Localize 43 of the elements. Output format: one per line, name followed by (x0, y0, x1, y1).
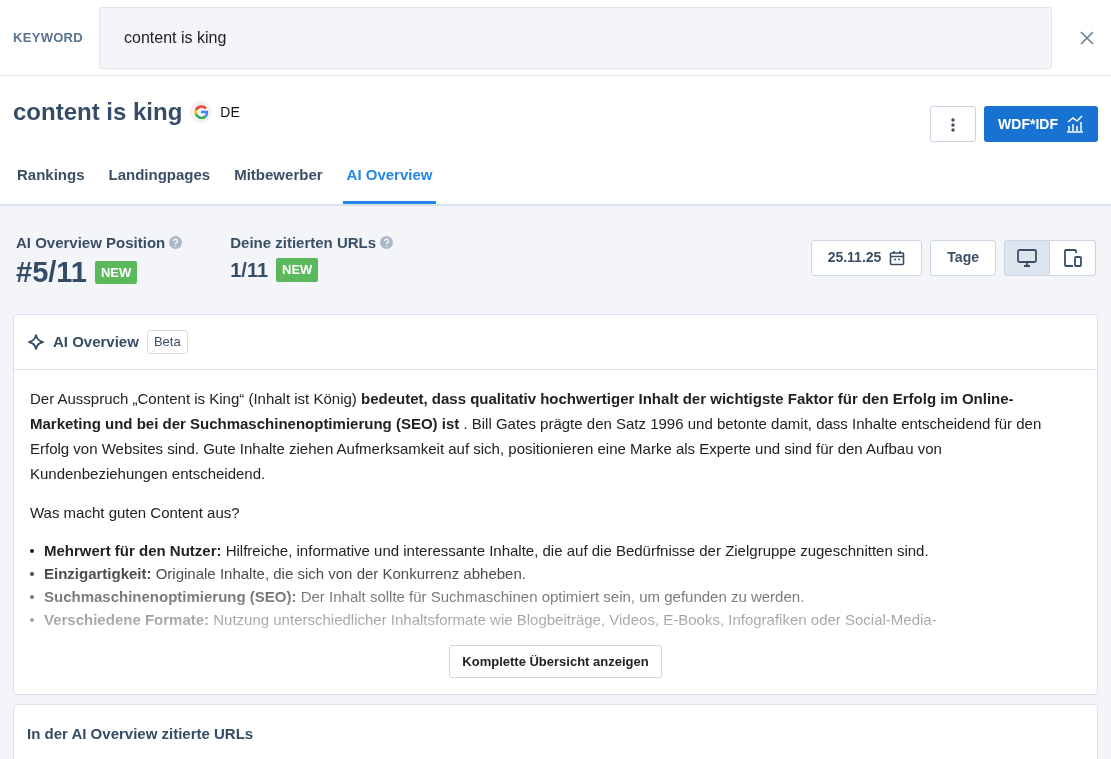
bullet-icon (30, 594, 34, 599)
new-badge: NEW (276, 258, 319, 282)
date-button[interactable]: 25.11.25 (810, 239, 923, 276)
bullet-text: Mehrwert für den Nutzer: Hilfreiche, informative und interessante Inhalte, die auf die Bedürfnisse der Zielgruppe zugeschnitten sind. (44, 540, 929, 561)
devices-icon (1062, 249, 1083, 268)
stat-label: AI Overview Position (16, 232, 166, 253)
country-code: DE (220, 102, 240, 122)
paragraph: Der Ausspruch „Content is King“ (Inhalt ist König) bedeutet, dass qualitativ hochwertiger Inhalt der wichtigste Faktor für den Erfolg im Online-Marketing und bei der Suchmaschinenoptimierung (SEO) ist . Bill Gates prägte den Satz 1996 und betonte damit, dass Inhalte entscheidend für den Erfolg von Websites sind. Gute Inhalte ziehen Aufmerksamkeit auf sich, positionieren eine Marke als Experte und sind für den Aufbau von Kundenbeziehungen entscheidend. (30, 388, 1043, 484)
bullet-text: Einzigartigkeit: Originale Inhalte, die sich von der Konkurrenz abheben. (44, 563, 526, 584)
tab[interactable]: Landingpages (104, 154, 215, 204)
stat-value: #5/11 (16, 258, 87, 287)
monitor-icon (1017, 249, 1037, 268)
keyword-title: content is king (13, 98, 183, 127)
keyword-label: KEYWORD (13, 28, 83, 47)
desktop-toggle[interactable] (1004, 239, 1050, 276)
wdf-idf-button[interactable]: WDF*IDF (984, 106, 1098, 142)
bullet-icon (30, 571, 34, 576)
bullet-text: Verschiedene Formate: Nutzung unterschiedlicher Inhaltsformate wie Blogbeiträge, Videos, E-Books, Infografiken oder Social-Media- (44, 609, 937, 630)
bullet-icon (30, 617, 34, 622)
bullet-icon (30, 548, 34, 553)
period-button[interactable]: Tage (930, 239, 996, 276)
stat-value: 1/11 (230, 259, 269, 280)
show-full-button[interactable]: Komplette Übersicht anzeigen (449, 644, 662, 678)
help-icon (169, 236, 183, 250)
tab[interactable]: AI Overview (342, 154, 437, 204)
tab[interactable]: Mitbewerber (230, 154, 327, 204)
stat-label: Deine zitierten URLs (230, 232, 377, 253)
paragraph: Was macht guten Content aus? (30, 502, 241, 523)
help-icon (380, 236, 394, 250)
new-badge: NEW (95, 260, 138, 285)
bullet-text: Suchmaschinenoptimierung (SEO): Der Inhalt sollte für Suchmaschinen optimiert sein, um gefunden zu werden. (44, 586, 805, 607)
beta-badge: Beta (146, 330, 188, 354)
keyword-field[interactable]: content is king (99, 6, 1052, 69)
more-button[interactable] (930, 106, 977, 142)
tab[interactable]: Rankings (13, 154, 89, 204)
calendar-icon (889, 249, 906, 266)
sparkle-icon (27, 332, 45, 351)
chart-icon (1066, 115, 1084, 133)
card-title: In der AI Overview zitierte URLs (27, 725, 254, 742)
mobile-toggle[interactable] (1050, 239, 1096, 276)
google-icon (190, 101, 213, 124)
card-title: AI Overview (53, 331, 139, 352)
more-icon (951, 116, 956, 133)
